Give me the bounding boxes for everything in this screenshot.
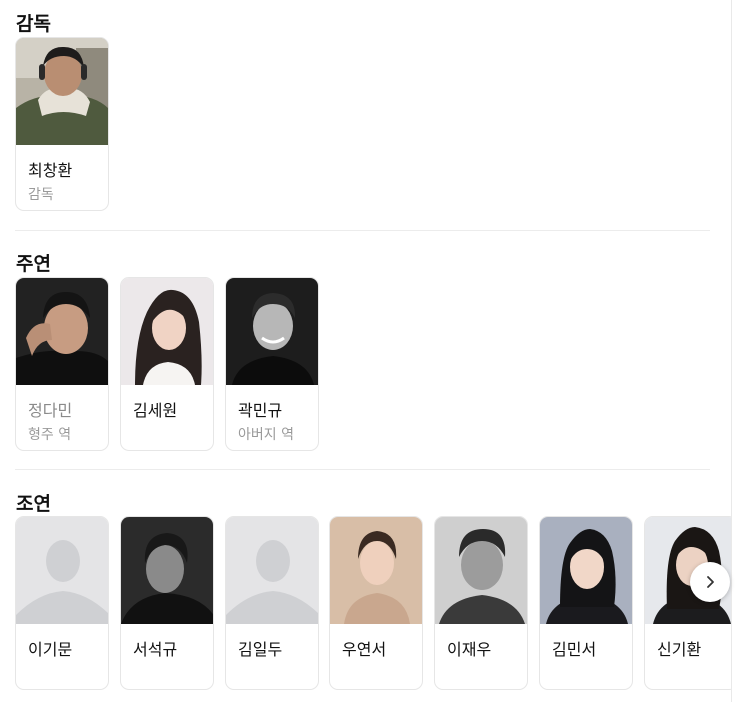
next-button[interactable] [690, 562, 730, 602]
section-title-lead: 주연 [16, 253, 51, 275]
person-card[interactable]: 곽민규 아버지 역 [225, 277, 319, 451]
person-card[interactable]: 정다민 형주 역 [15, 277, 109, 451]
person-photo [226, 278, 318, 385]
person-name: 김민서 [552, 640, 597, 659]
person-photo [121, 517, 213, 624]
person-photo [16, 278, 108, 385]
person-role: 감독 [28, 187, 54, 203]
chevron-right-icon [707, 576, 714, 588]
person-silhouette-icon [226, 517, 318, 624]
lead-section: 주연 정다민 형주 역 김세원 곽민규 아버지 역 [0, 240, 731, 470]
person-card[interactable]: 서석규 [120, 516, 214, 690]
person-name: 김일두 [238, 640, 283, 659]
person-card[interactable]: 이재우 [434, 516, 528, 690]
person-name: 서석규 [133, 640, 178, 659]
person-name: 우연서 [342, 640, 387, 659]
supporting-list: 이기문 서석규 김일두 우연서 이재우 김민서 신기환 [15, 516, 731, 692]
person-silhouette-icon [16, 517, 108, 624]
person-role: 아버지 역 [238, 427, 294, 443]
person-photo [330, 517, 422, 624]
person-photo [540, 517, 632, 624]
person-card[interactable]: 김세원 [120, 277, 214, 451]
person-card[interactable]: 최창환 감독 [15, 37, 109, 211]
section-title-supporting: 조연 [16, 493, 51, 515]
person-photo [435, 517, 527, 624]
person-card[interactable]: 김일두 [225, 516, 319, 690]
person-name: 정다민 [28, 401, 73, 420]
person-role: 형주 역 [28, 427, 72, 443]
section-divider [15, 469, 710, 470]
supporting-section: 조연 이기문 서석규 김일두 우연서 이재우 김민서 신기환 [0, 480, 731, 702]
person-card[interactable]: 우연서 [329, 516, 423, 690]
person-photo [121, 278, 213, 385]
person-name: 김세원 [133, 401, 178, 420]
person-name: 이기문 [28, 640, 73, 659]
person-name: 곽민규 [238, 401, 283, 420]
person-name: 이재우 [447, 640, 492, 659]
section-title-director: 감독 [16, 13, 51, 35]
person-card[interactable]: 김민서 [539, 516, 633, 690]
person-card[interactable]: 신기환 [644, 516, 731, 690]
person-photo [16, 38, 108, 145]
section-divider [15, 230, 710, 231]
director-list: 최창환 감독 [15, 37, 731, 213]
person-card[interactable]: 이기문 [15, 516, 109, 690]
director-section: 감독 최창환 감독 [0, 0, 731, 230]
scroll-edge [731, 0, 732, 702]
person-name: 최창환 [28, 161, 73, 180]
lead-list: 정다민 형주 역 김세원 곽민규 아버지 역 [15, 277, 731, 453]
person-name: 신기환 [657, 640, 702, 659]
